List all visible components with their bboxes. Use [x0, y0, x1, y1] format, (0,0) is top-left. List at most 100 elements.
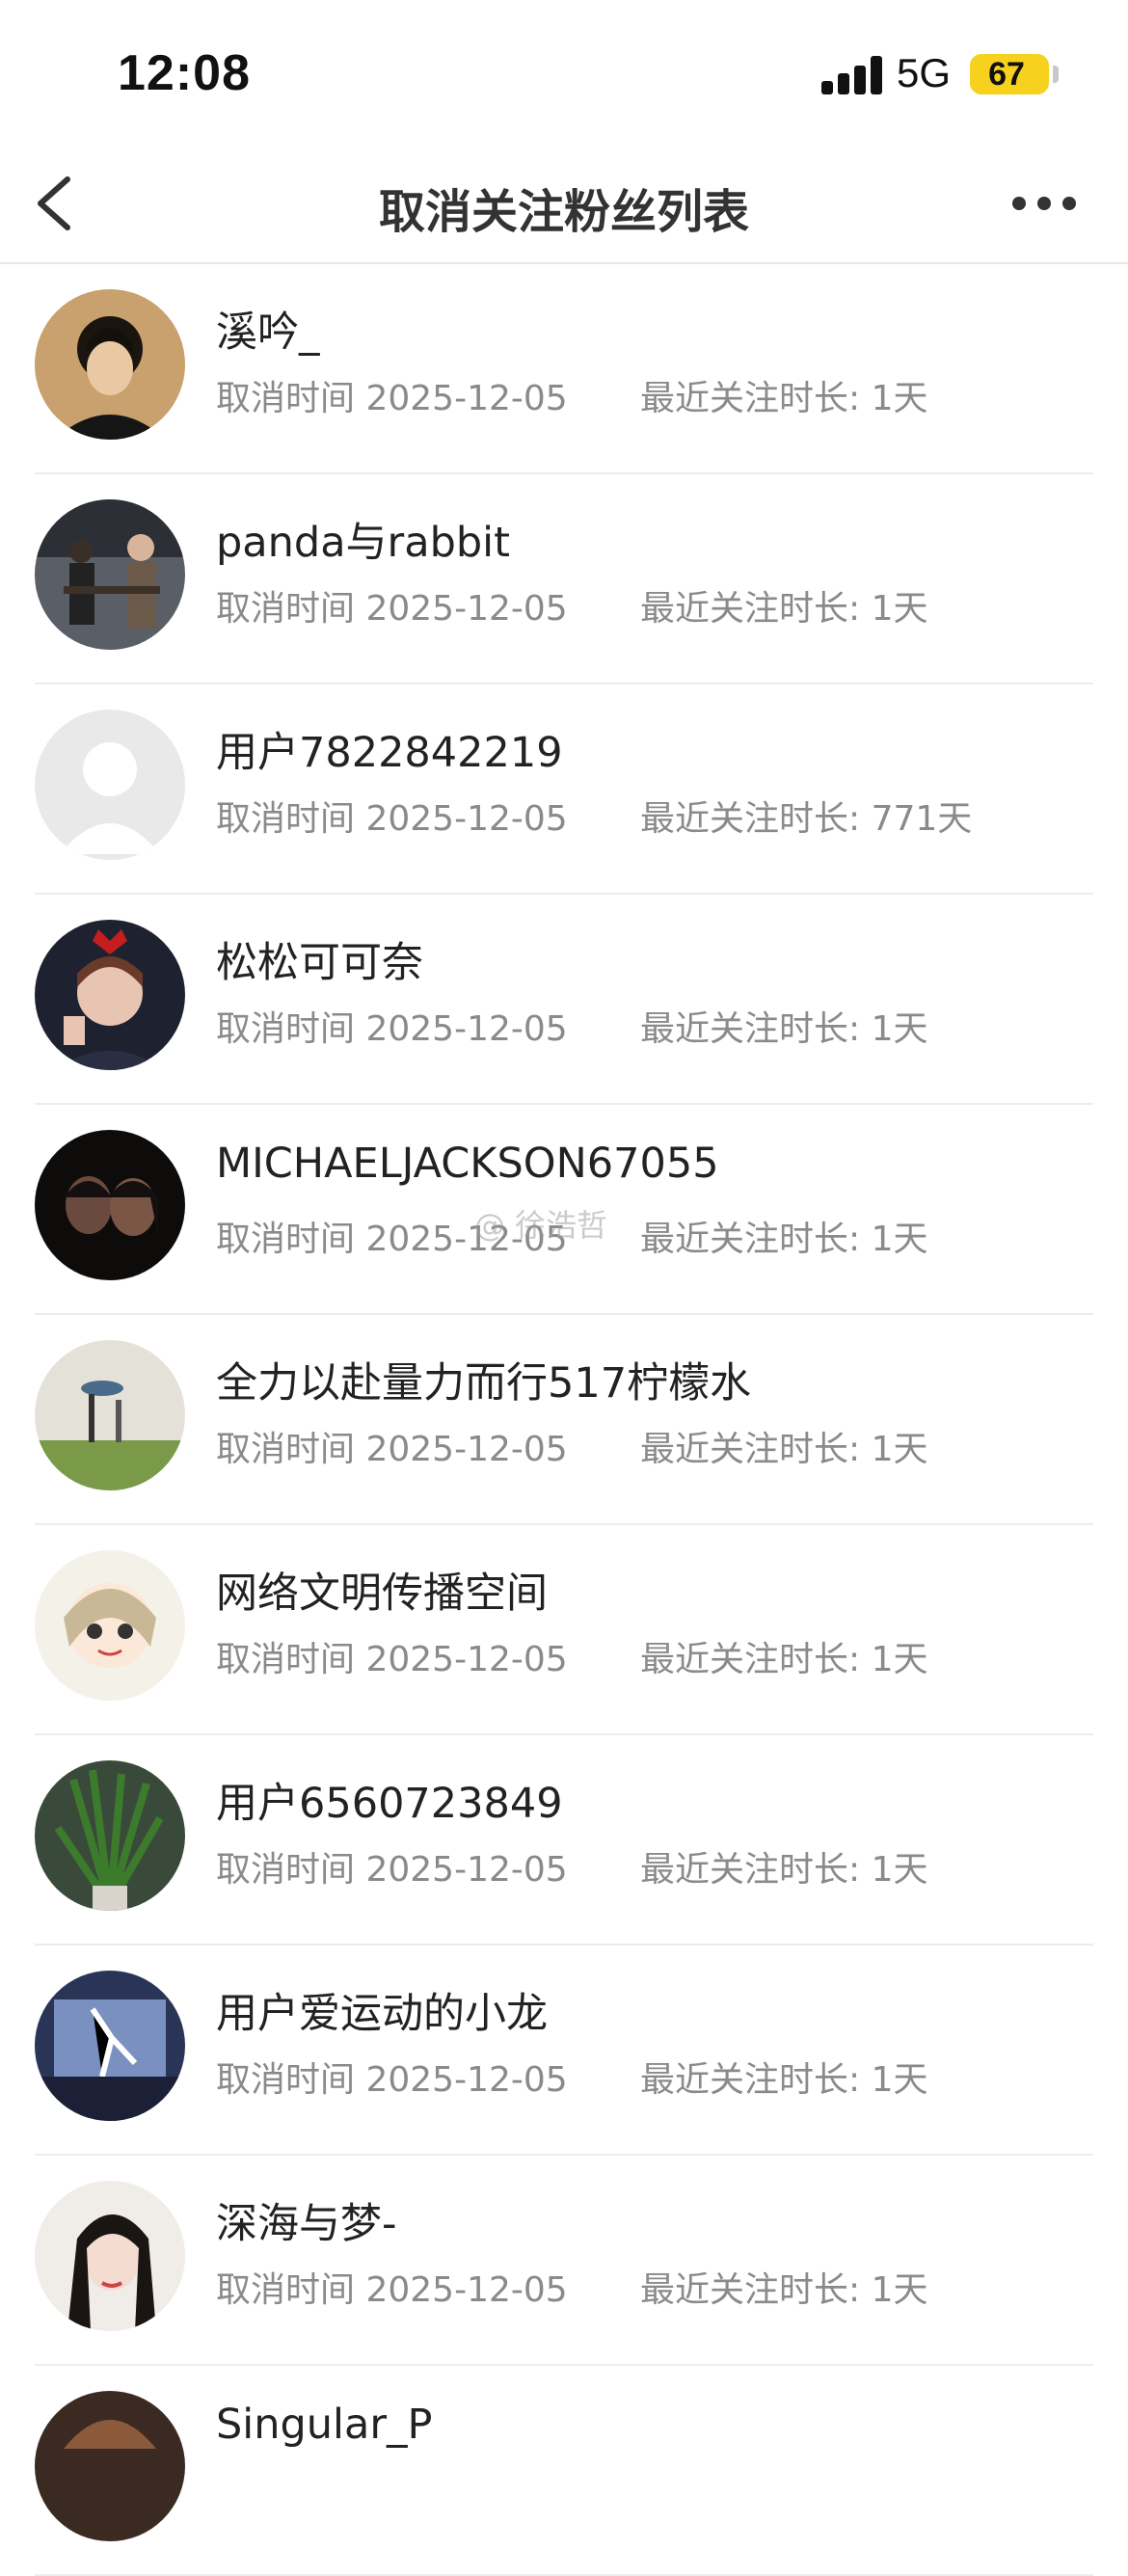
- network-label: 5G: [897, 50, 952, 95]
- cancel-date: 2025-12-05: [365, 799, 568, 839]
- cancel-time: 取消时间 2025-12-05: [216, 370, 568, 420]
- cancel-label: 取消时间: [216, 2060, 356, 2100]
- cancel-time: 取消时间 2025-12-05: [216, 580, 568, 631]
- user-name: 网络文明传播空间: [216, 1570, 548, 1618]
- cancel-time: 取消时间 2025-12-05: [216, 1841, 568, 1892]
- duration-label: 最近关注时长:: [640, 1009, 861, 1049]
- follow-duration: 最近关注时长: 1天: [640, 1421, 928, 1471]
- user-name: MICHAELJACKSON67055: [216, 1140, 719, 1188]
- cancel-time: 取消时间 2025-12-05: [216, 2052, 568, 2102]
- cancel-label: 取消时间: [216, 1009, 356, 1049]
- user-name: 深海与梦-: [216, 2200, 397, 2248]
- user-name: 用户7822842219: [216, 729, 563, 777]
- follow-duration: 最近关注时长: 1天: [640, 1841, 928, 1892]
- page-title: 取消关注粉丝列表: [378, 185, 749, 239]
- list-item[interactable]: panda与rabbit 取消时间 2025-12-05 最近关注时长: 1天: [0, 474, 1128, 684]
- avatar[interactable]: [35, 1760, 185, 1911]
- list-item[interactable]: 用户爱运动的小龙 取消时间 2025-12-05 最近关注时长: 1天: [0, 1945, 1128, 2156]
- list-item[interactable]: 深海与梦- 取消时间 2025-12-05 最近关注时长: 1天: [0, 2156, 1128, 2366]
- battery-nub: [1053, 66, 1059, 83]
- list-item[interactable]: 用户6560723849 取消时间 2025-12-05 最近关注时长: 1天: [0, 1735, 1128, 1945]
- more-button[interactable]: [1012, 183, 1089, 222]
- cancel-date: 2025-12-05: [365, 589, 568, 629]
- duration-label: 最近关注时长:: [640, 1430, 861, 1469]
- cancel-date: 2025-12-05: [365, 1430, 568, 1469]
- cancel-label: 取消时间: [216, 799, 356, 839]
- list-item[interactable]: 用户7822842219 取消时间 2025-12-05 最近关注时长: 771…: [0, 684, 1128, 895]
- user-name: 全力以赴量力而行517柠檬水: [216, 1359, 752, 1408]
- user-name: panda与rabbit: [216, 519, 510, 567]
- cancel-label: 取消时间: [216, 1220, 356, 1259]
- duration-label: 最近关注时长:: [640, 2270, 861, 2310]
- cancel-date: 2025-12-05: [365, 1850, 568, 1890]
- avatar[interactable]: [35, 499, 185, 650]
- user-name: Singular_P: [216, 2401, 433, 2449]
- user-name: 松松可可奈: [216, 939, 423, 987]
- follow-duration: 最近关注时长: 1天: [640, 1001, 928, 1051]
- duration-value: 1天: [871, 2060, 928, 2100]
- cancel-label: 取消时间: [216, 2270, 356, 2310]
- avatar[interactable]: [35, 2391, 185, 2541]
- follow-duration: 最近关注时长: 1天: [640, 1211, 928, 1261]
- cancel-time: 取消时间 2025-12-05: [216, 1421, 568, 1471]
- avatar[interactable]: [35, 1130, 185, 1280]
- signal-icon: [821, 56, 883, 94]
- list-item[interactable]: Singular_P: [0, 2366, 1128, 2576]
- duration-value: 1天: [871, 589, 928, 629]
- duration-value: 1天: [871, 1850, 928, 1890]
- cancel-time: 取消时间 2025-12-05: [216, 2262, 568, 2312]
- duration-value: 1天: [871, 1009, 928, 1049]
- duration-label: 最近关注时长:: [640, 589, 861, 629]
- avatar[interactable]: [35, 920, 185, 1070]
- list-item[interactable]: 全力以赴量力而行517柠檬水 取消时间 2025-12-05 最近关注时长: 1…: [0, 1315, 1128, 1525]
- follow-duration: 最近关注时长: 1天: [640, 2262, 928, 2312]
- follow-duration: 最近关注时长: 1天: [640, 580, 928, 631]
- duration-value: 1天: [871, 1220, 928, 1259]
- list-item[interactable]: 松松可可奈 取消时间 2025-12-05 最近关注时长: 1天: [0, 895, 1128, 1105]
- nav-bar: 取消关注粉丝列表: [0, 145, 1128, 264]
- follow-duration: 最近关注时长: 1天: [640, 370, 928, 420]
- cancel-label: 取消时间: [216, 589, 356, 629]
- cancel-label: 取消时间: [216, 1640, 356, 1679]
- cancel-label: 取消时间: [216, 1850, 356, 1890]
- battery-level: 67: [988, 56, 1025, 93]
- cancel-time: 取消时间 2025-12-05: [216, 791, 568, 841]
- avatar[interactable]: [35, 1340, 185, 1490]
- unfollow-list: 溪吟_ 取消时间 2025-12-05 最近关注时长: 1天 panda与rab…: [0, 264, 1128, 2576]
- duration-label: 最近关注时长:: [640, 1850, 861, 1890]
- user-name: 用户6560723849: [216, 1780, 563, 1828]
- more-dots-icon: [1012, 197, 1026, 210]
- follow-duration: 最近关注时长: 771天: [640, 791, 972, 841]
- avatar[interactable]: [35, 1971, 185, 2121]
- avatar[interactable]: [35, 1550, 185, 1701]
- duration-label: 最近关注时长:: [640, 2060, 861, 2100]
- cancel-label: 取消时间: [216, 1430, 356, 1469]
- list-item[interactable]: 网络文明传播空间 取消时间 2025-12-05 最近关注时长: 1天: [0, 1525, 1128, 1735]
- status-time: 12:08: [118, 45, 251, 101]
- follow-duration: 最近关注时长: 1天: [640, 2052, 928, 2102]
- avatar[interactable]: [35, 2181, 185, 2331]
- avatar[interactable]: [35, 710, 185, 860]
- duration-value: 1天: [871, 379, 928, 418]
- status-bar: 12:08 5G 67: [0, 0, 1128, 145]
- duration-value: 1天: [871, 1430, 928, 1469]
- cancel-date: 2025-12-05: [365, 2060, 568, 2100]
- default-avatar-icon: [35, 710, 185, 860]
- cancel-date: 2025-12-05: [365, 1640, 568, 1679]
- user-name: 用户爱运动的小龙: [216, 1990, 548, 2038]
- cancel-time: 取消时间 2025-12-05: [216, 1631, 568, 1681]
- duration-value: 771天: [871, 799, 973, 839]
- duration-label: 最近关注时长:: [640, 379, 861, 418]
- user-name: 溪吟_: [216, 309, 320, 357]
- list-item[interactable]: 溪吟_ 取消时间 2025-12-05 最近关注时长: 1天: [0, 264, 1128, 474]
- cancel-date: 2025-12-05: [365, 379, 568, 418]
- duration-value: 1天: [871, 1640, 928, 1679]
- duration-value: 1天: [871, 2270, 928, 2310]
- follow-duration: 最近关注时长: 1天: [640, 1631, 928, 1681]
- avatar[interactable]: [35, 289, 185, 440]
- duration-label: 最近关注时长:: [640, 799, 861, 839]
- cancel-time: 取消时间 2025-12-05: [216, 1001, 568, 1051]
- cancel-date: 2025-12-05: [365, 2270, 568, 2310]
- duration-label: 最近关注时长:: [640, 1220, 861, 1259]
- cancel-label: 取消时间: [216, 379, 356, 418]
